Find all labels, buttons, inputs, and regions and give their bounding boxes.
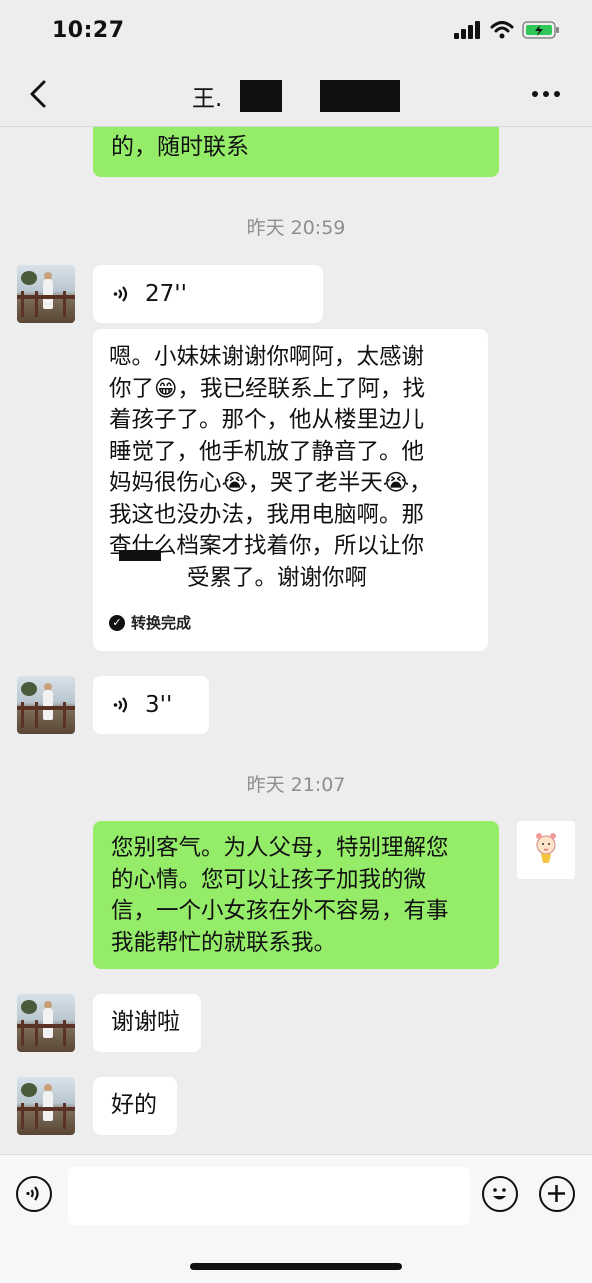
emoji-button[interactable]	[482, 1176, 518, 1212]
redaction-mark	[119, 550, 161, 561]
voice-icon	[26, 1186, 39, 1201]
transcript-line: 我这也没办法，我用电脑啊。那	[109, 501, 425, 528]
message-input[interactable]	[68, 1167, 470, 1225]
transcript-line: 查什么档案才找着你，所以让你	[109, 533, 425, 559]
message-line: 信，一个小女孩在外不容易，有事	[111, 898, 449, 924]
avatar[interactable]	[17, 265, 75, 323]
voice-message[interactable]: 3''	[93, 676, 209, 734]
transcript-line: 你了😁，我已经联系上了阿，找	[109, 375, 425, 402]
wifi-icon	[490, 21, 514, 39]
plus-button[interactable]	[539, 1176, 575, 1212]
transcript-line: 受累了。谢谢你啊	[187, 564, 368, 591]
status-bar: 10:27	[0, 0, 592, 62]
timestamp: 昨天 20:59	[246, 217, 346, 239]
plus-icon	[548, 1185, 565, 1202]
cartoon-girl-icon	[536, 833, 556, 863]
transcript-line: 睡觉了，他手机放了静音了。他	[109, 438, 425, 465]
voice-icon	[113, 286, 128, 302]
avatar[interactable]	[17, 1077, 75, 1135]
voice-icon	[113, 697, 128, 713]
transcript-line: 着孩子了。那个，他从楼里边儿	[109, 407, 425, 433]
check-icon: ✓	[109, 615, 125, 632]
battery-icon	[522, 21, 559, 39]
message-text: 好的	[111, 1092, 157, 1118]
voice-input-button[interactable]	[16, 1176, 52, 1212]
transcript-status-label: 转换完成	[131, 613, 192, 632]
message-line: 的心情。您可以让孩子加我的微	[111, 866, 427, 893]
message-text: 谢谢啦	[111, 1009, 180, 1035]
voice-duration: 27''	[145, 281, 187, 307]
message-line: 我能帮忙的就联系我。	[111, 929, 337, 956]
timestamp: 昨天 21:07	[246, 774, 346, 796]
message-bubble-received[interactable]: 好的	[93, 1077, 177, 1135]
signal-icon	[454, 21, 480, 39]
message-list[interactable]: 的，随时联系 昨天 20:59 27'' 嗯。小妹妹谢谢你啊阿，太感谢 你了😁，…	[0, 127, 592, 1154]
voice-transcript[interactable]: 嗯。小妹妹谢谢你啊阿，太感谢 你了😁，我已经联系上了阿，找 着孩子了。那个，他从…	[93, 329, 488, 651]
transcript-status: ✓ 转换完成	[109, 608, 191, 640]
emoji-icon	[493, 1188, 506, 1200]
chevron-left-icon[interactable]	[22, 76, 56, 112]
avatar[interactable]	[17, 676, 75, 734]
chat-title: 王.	[192, 86, 223, 112]
message-bubble-sent[interactable]: 您别客气。为人父母，特别理解您 的心情。您可以让孩子加我的微 信，一个小女孩在外…	[93, 821, 499, 969]
message-bubble-sent[interactable]: 的，随时联系	[93, 127, 499, 177]
avatar[interactable]	[17, 994, 75, 1052]
redaction-mark	[240, 80, 282, 112]
message-bubble-received[interactable]: 谢谢啦	[93, 994, 201, 1052]
voice-duration: 3''	[145, 692, 173, 718]
voice-message[interactable]: 27''	[93, 265, 323, 323]
transcript-line: 妈妈很伤心😭，哭了老半天😭，	[109, 470, 432, 496]
more-icon[interactable]	[526, 80, 566, 108]
chat-header: 王.	[0, 62, 592, 127]
my-avatar[interactable]	[517, 821, 575, 879]
status-icons	[454, 20, 560, 40]
transcript-line: 嗯。小妹妹谢谢你啊阿，太感谢	[109, 344, 425, 370]
message-line: 您别客气。为人父母，特别理解您	[111, 835, 449, 861]
home-indicator	[190, 1263, 402, 1270]
redaction-mark	[320, 80, 400, 112]
status-time: 10:27	[52, 18, 125, 43]
message-text: 的，随时联系	[111, 134, 249, 160]
